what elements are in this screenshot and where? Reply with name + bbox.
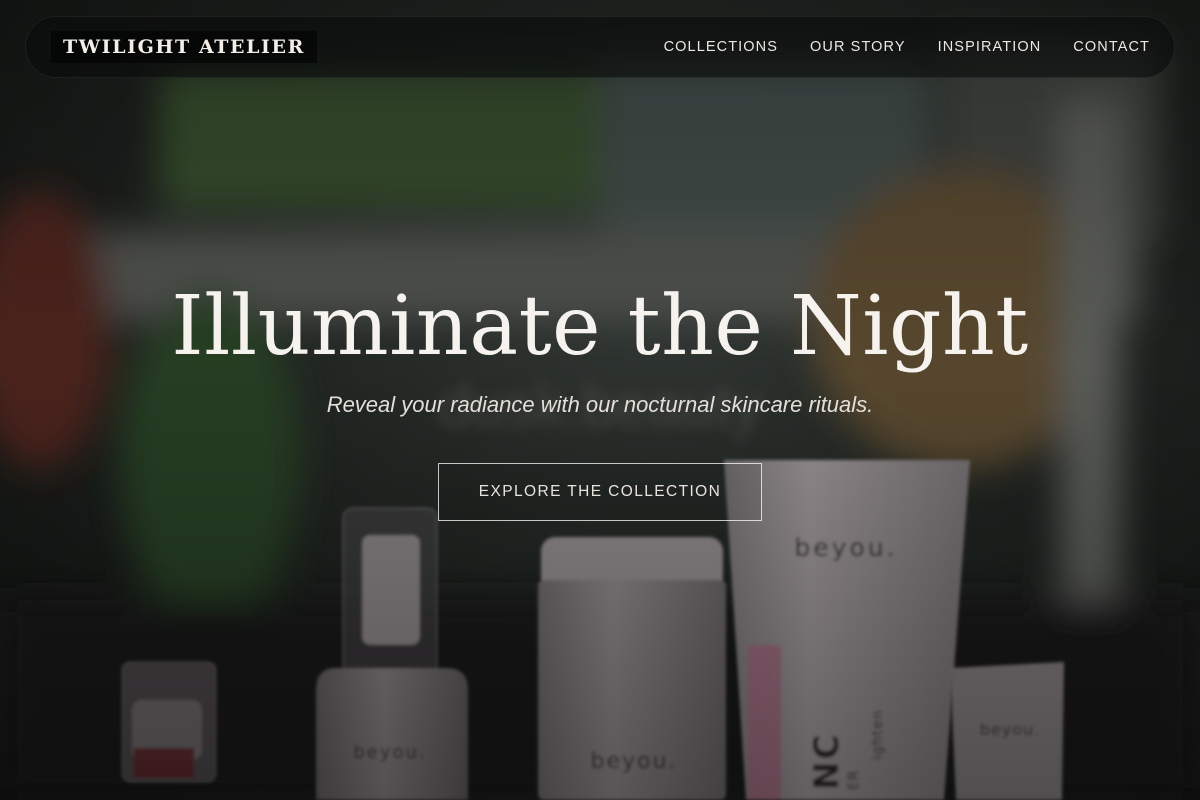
hero-subheadline: Reveal your radiance with our nocturnal … [326, 392, 874, 417]
tube-brand: beyou. [794, 533, 897, 562]
nav-link-collections[interactable]: COLLECTIONS [664, 39, 778, 55]
product-small-dropper [121, 661, 217, 783]
pump-bottle-brand: beyou. [353, 742, 426, 763]
top-navigation-bar: TWILIGHT ATELIER COLLECTIONS OUR STORY I… [25, 16, 1175, 78]
hero-section: dusk.beauty beyou. beyou. beyou. NC ER i… [0, 0, 1200, 800]
nav-links: COLLECTIONS OUR STORY INSPIRATION CONTAC… [632, 39, 1150, 55]
nav-link-inspiration[interactable]: INSPIRATION [938, 39, 1042, 55]
nav-link-contact[interactable]: CONTACT [1073, 39, 1150, 55]
hero-headline: Illuminate the Night [171, 279, 1029, 374]
tube-side-small: ER [846, 769, 862, 790]
tube-side-small-2: ighten [870, 709, 886, 760]
nav-link-our-story[interactable]: OUR STORY [810, 39, 906, 55]
brand-logo[interactable]: TWILIGHT ATELIER [51, 31, 317, 63]
jar-brand: beyou. [591, 749, 678, 774]
tube-side-text: NC [807, 733, 847, 790]
mini-tube-brand: beyou. [980, 720, 1040, 739]
product-mini-tube: beyou. [950, 662, 1064, 800]
explore-collection-button[interactable]: EXPLORE THE COLLECTION [438, 463, 762, 521]
product-jar: beyou. [538, 537, 726, 800]
